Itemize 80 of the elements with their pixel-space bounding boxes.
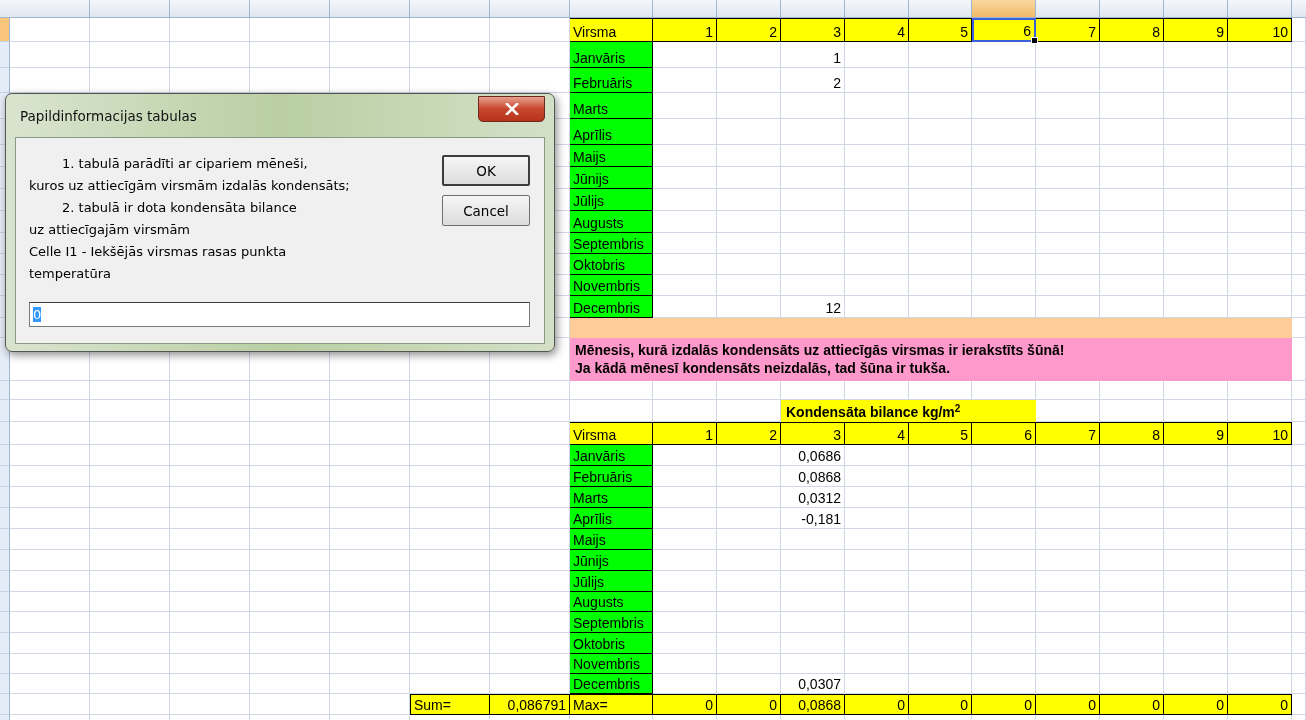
month-cell: Jūlijs [570, 571, 653, 592]
table-cell: Virsma [570, 422, 653, 445]
table-cell: Max= [570, 694, 653, 715]
message-text: 2. tabulā ir dota kondensāta bilance [61, 199, 297, 217]
table-cell: 10 [1228, 422, 1292, 445]
table-cell: 3 [781, 422, 845, 445]
month-cell: Novembris [570, 654, 653, 674]
table-cell: 0 [845, 694, 909, 715]
table-cell[interactable]: 2 [717, 18, 781, 42]
table-cell: 5 [909, 422, 972, 445]
month-cell: Oktobris [570, 633, 653, 654]
table-cell[interactable]: 5 [909, 18, 972, 42]
month-cell: Jūnijs [570, 167, 653, 189]
table-cell: -0,181 [781, 508, 845, 529]
month-cell: Jūlijs [570, 189, 653, 211]
table-cell: 7 [1036, 422, 1100, 445]
table-cell: 0 [717, 694, 781, 715]
table-cell: 0 [972, 694, 1036, 715]
message-text: uz attiecīgajām virsmām [29, 221, 191, 239]
table-cell[interactable]: 9 [1164, 18, 1228, 42]
month-cell: Septembris [570, 612, 653, 633]
column-header[interactable] [972, 0, 1036, 17]
table-cell: 0 [909, 694, 972, 715]
month-cell: Novembris [570, 275, 653, 296]
month-cell: Marts [570, 487, 653, 508]
month-cell: Augusts [570, 211, 653, 233]
month-cell: Jūnijs [570, 550, 653, 571]
month-cell: Februāris [570, 68, 653, 93]
table-cell[interactable]: 6 [972, 18, 1036, 42]
table-cell[interactable]: 3 [781, 18, 845, 42]
table-cell: 0,086791 [490, 694, 570, 715]
table-cell: 9 [1164, 422, 1228, 445]
close-icon [504, 103, 519, 115]
table-cell: 8 [1100, 422, 1164, 445]
month-cell: Marts [570, 93, 653, 119]
table-cell: 1 [653, 422, 717, 445]
table-cell[interactable]: 1 [653, 18, 717, 42]
month-cell: Septembris [570, 233, 653, 254]
table-cell: 0 [653, 694, 717, 715]
month-cell: Maijs [570, 145, 653, 167]
month-cell: Maijs [570, 529, 653, 550]
month-cell: Decembris [570, 674, 653, 694]
table-cell: 6 [972, 422, 1036, 445]
month-cell: Aprīlis [570, 119, 653, 145]
table-cell: 1 [781, 42, 845, 68]
table-cell[interactable]: 10 [1228, 18, 1292, 42]
table-cell: 0,0686 [781, 445, 845, 466]
table-cell: 4 [845, 422, 909, 445]
table-cell: Sum= [410, 694, 490, 715]
dialog-button[interactable]: Cancel [442, 195, 530, 226]
table-cell: 0 [1164, 694, 1228, 715]
table-cell: 0,0868 [781, 466, 845, 487]
dialog-button[interactable]: OK [442, 155, 530, 186]
table-title: Kondensāta bilance kg/m$^{2}$ [781, 400, 1036, 422]
close-button[interactable] [478, 96, 545, 122]
table-cell[interactable]: 4 [845, 18, 909, 42]
table-cell: 2 [781, 68, 845, 93]
month-cell: Janvāris [570, 42, 653, 68]
month-cell: Decembris [570, 296, 653, 318]
month-cell: Augusts [570, 592, 653, 612]
table-cell: 0,0868 [781, 694, 845, 715]
table-cell: 0,0312 [781, 487, 845, 508]
table-cell: 0 [1036, 694, 1100, 715]
note-text: Mēnesis, kurā izdalās kondensāts uz attiecīgās virsmas ir ierakstīts šūnā! [575, 340, 1065, 359]
table-cell: 2 [717, 422, 781, 445]
message-text: kuros uz attiecīgām virsmām izdalās kondensāts; [29, 177, 350, 195]
note-text: Ja kādā mēnesī kondensāts neizdalās, tad šūna ir tukša. [575, 359, 951, 378]
month-cell: Oktobris [570, 254, 653, 275]
table-cell[interactable]: 8 [1100, 18, 1164, 42]
month-cell: Janvāris [570, 445, 653, 466]
month-cell: Februāris [570, 466, 653, 487]
table-cell[interactable]: 7 [1036, 18, 1100, 42]
table-cell: 0 [1228, 694, 1292, 715]
message-text: temperatūra [29, 265, 111, 283]
message-text: Celle I1 - Iekšējās virsmas rasas punkta [29, 243, 287, 261]
table-cell: Virsma [570, 18, 653, 42]
dialog-title: Papildinformacijas tabulas [20, 107, 197, 124]
table-cell: 0 [1100, 694, 1164, 715]
month-cell: Aprīlis [570, 508, 653, 529]
message-text: 1. tabulā parādīti ar cipariem mēneši, [61, 155, 308, 173]
